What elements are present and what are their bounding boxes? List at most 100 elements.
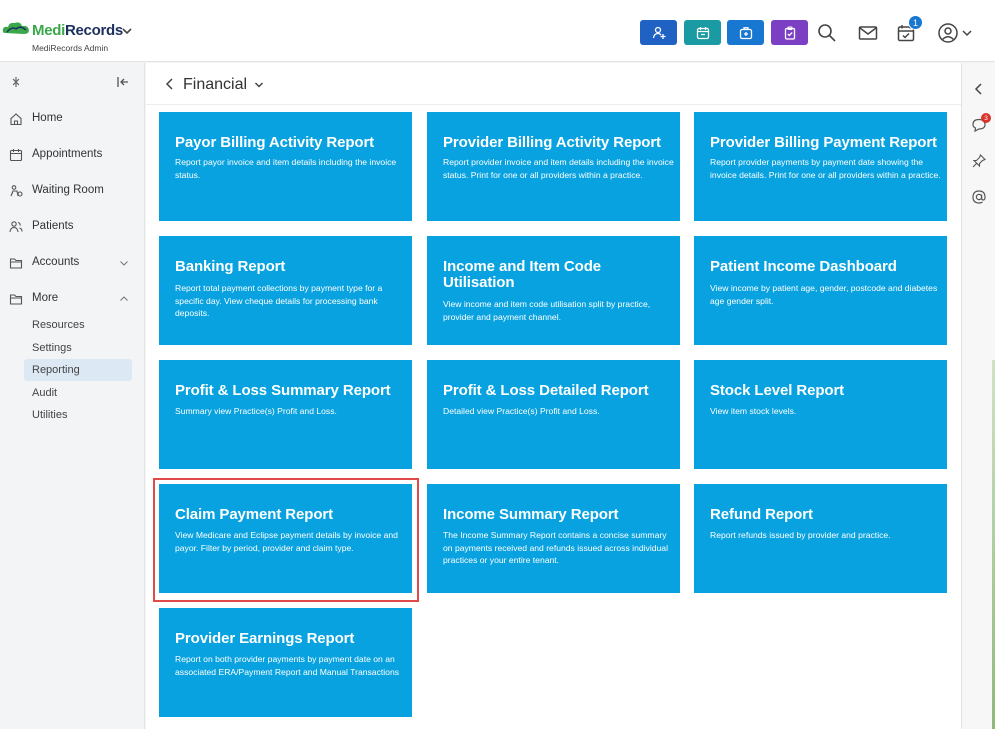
waiting-room-icon — [10, 185, 23, 197]
chevron-up-icon — [120, 296, 128, 301]
report-card-provider-billing-payment[interactable]: Provider Billing Payment Report Report p… — [694, 112, 947, 221]
sidebar-item-more[interactable]: More — [0, 285, 145, 313]
calendar-icon — [9, 149, 23, 162]
card-title: Profit & Loss Detailed Report — [443, 382, 649, 399]
page-title[interactable]: Financial — [183, 76, 247, 94]
chevron-down-icon — [961, 30, 972, 37]
add-patient-icon — [652, 26, 665, 39]
card-description: View item stock levels. — [710, 406, 797, 416]
collapse-left-icon[interactable] — [971, 81, 987, 97]
add-patient-button[interactable] — [640, 20, 677, 45]
sidebar-item-label: Appointments — [32, 148, 103, 160]
card-title: Provider Earnings Report — [175, 630, 355, 647]
folder-icon — [9, 294, 23, 305]
card-description: View income and item code utilisation sp… — [443, 299, 651, 322]
pin-sidebar-icon[interactable] — [10, 76, 22, 88]
card-title: Banking Report — [175, 258, 286, 275]
notification-badge: 1 — [908, 15, 923, 30]
user-account-icon — [937, 23, 958, 43]
right-rail: 3 — [961, 63, 995, 729]
main-content: Financial Payor Billing Activity Report … — [146, 63, 961, 729]
report-card-refund[interactable]: Refund Report Report refunds issued by p… — [694, 484, 947, 593]
sidebar-item-accounts[interactable]: Accounts — [0, 249, 145, 277]
brand-name: MediRecords — [32, 22, 123, 39]
medical-kit-button[interactable] — [727, 20, 764, 45]
card-title: Provider Billing Activity Report — [443, 134, 661, 151]
clipboard-icon — [784, 25, 795, 40]
sidebar-item-label: Accounts — [32, 256, 80, 268]
selection-highlight — [153, 478, 419, 602]
patients-icon — [9, 221, 23, 233]
card-title: Refund Report — [710, 506, 813, 523]
sidebar-item-waiting-room[interactable]: Waiting Room — [0, 177, 145, 205]
search-icon — [818, 24, 836, 42]
report-card-banking[interactable]: Banking Report Report total payment coll… — [159, 236, 412, 345]
collapse-sidebar-icon[interactable] — [116, 75, 130, 89]
sidebar-subitem-label: Settings — [32, 342, 72, 354]
sidebar-subitem-label: Reporting — [32, 364, 80, 376]
sidebar-item-label: Patients — [32, 220, 74, 232]
sidebar-item-home[interactable]: Home — [0, 105, 145, 133]
comment-count-badge: 3 — [981, 113, 991, 123]
card-description: Report refunds issued by provider and pr… — [710, 530, 891, 540]
user-account-menu[interactable] — [933, 20, 975, 46]
page-header: Financial — [146, 63, 961, 105]
back-chevron-icon[interactable] — [164, 77, 176, 91]
card-description: Report payor invoice and item details in… — [175, 157, 397, 180]
calendar-button[interactable] — [684, 20, 721, 45]
card-description: Report on both provider payments by paym… — [175, 654, 400, 677]
sidebar-item-label: Home — [32, 112, 63, 124]
card-title: Provider Billing Payment Report — [710, 134, 937, 151]
card-description: View income by patient age, gender, post… — [710, 283, 938, 306]
report-card-stock-level[interactable]: Stock Level Report View item stock level… — [694, 360, 947, 469]
report-card-profit-loss-summary[interactable]: Profit & Loss Summary Report Summary vie… — [159, 360, 412, 469]
mail-button[interactable] — [855, 20, 881, 46]
report-card-profit-loss-detailed[interactable]: Profit & Loss Detailed Report Detailed v… — [427, 360, 680, 469]
card-title: Payor Billing Activity Report — [175, 134, 375, 151]
sidebar-item-label: More — [32, 292, 59, 304]
search-button[interactable] — [814, 20, 840, 46]
card-description: Detailed view Practice(s) Profit and Los… — [443, 406, 600, 416]
clipboard-button[interactable] — [771, 20, 808, 45]
sidebar-subitem-resources[interactable]: Resources — [24, 314, 132, 336]
at-sign-icon[interactable] — [971, 189, 987, 205]
sidebar-toolbar — [0, 63, 145, 99]
sidebar-item-label: Waiting Room — [32, 184, 104, 196]
medical-kit-icon — [739, 26, 752, 39]
card-title: Profit & Loss Summary Report — [175, 382, 391, 399]
card-title: Income and Item Code Utilisation — [443, 258, 602, 291]
sidebar-subitem-reporting[interactable]: Reporting — [24, 359, 132, 381]
left-sidebar: Home Appointments Waiting Room Patients … — [0, 63, 145, 729]
report-card-income-summary[interactable]: Income Summary Report The Income Summary… — [427, 484, 680, 593]
folder-icon — [9, 258, 23, 269]
home-icon — [10, 113, 22, 126]
card-description: Report total payment collections by paym… — [175, 283, 383, 318]
sidebar-subitem-label: Resources — [32, 319, 85, 331]
card-description: Report provider payments by payment date… — [710, 157, 941, 180]
report-card-payor-billing-activity[interactable]: Payor Billing Activity Report Report pay… — [159, 112, 412, 221]
sidebar-subitem-audit[interactable]: Audit — [24, 382, 132, 404]
mail-icon — [858, 26, 878, 40]
brand-subtitle: MediRecords Admin — [32, 43, 109, 53]
brand-logo[interactable]: MediRecords MediRecords Admin — [2, 10, 142, 54]
chevron-down-icon — [120, 261, 128, 266]
sidebar-subitem-label: Audit — [32, 387, 58, 399]
sidebar-item-appointments[interactable]: Appointments — [0, 141, 145, 169]
card-description: Report provider invoice and item details… — [443, 157, 674, 180]
sidebar-subitem-settings[interactable]: Settings — [24, 337, 132, 359]
report-card-income-item-code[interactable]: Income and Item Code Utilisation View in… — [427, 236, 680, 345]
card-description: The Income Summary Report contains a con… — [443, 530, 668, 565]
pin-icon[interactable] — [971, 153, 987, 169]
report-card-provider-earnings[interactable]: Provider Earnings Report Report on both … — [159, 608, 412, 717]
sidebar-subitem-label: Utilities — [32, 409, 68, 421]
sidebar-item-patients[interactable]: Patients — [0, 213, 145, 241]
chevron-down-icon[interactable] — [122, 26, 132, 36]
sidebar-subitem-utilities[interactable]: Utilities — [24, 404, 132, 426]
calendar-icon — [696, 26, 709, 39]
report-card-provider-billing-activity[interactable]: Provider Billing Activity Report Report … — [427, 112, 680, 221]
report-card-patient-income-dashboard[interactable]: Patient Income Dashboard View income by … — [694, 236, 947, 345]
top-bar: MediRecords MediRecords Admin 1 — [0, 0, 995, 62]
chevron-down-icon[interactable] — [254, 81, 264, 89]
card-title: Stock Level Report — [710, 382, 845, 399]
card-description: Summary view Practice(s) Profit and Loss… — [175, 406, 337, 416]
